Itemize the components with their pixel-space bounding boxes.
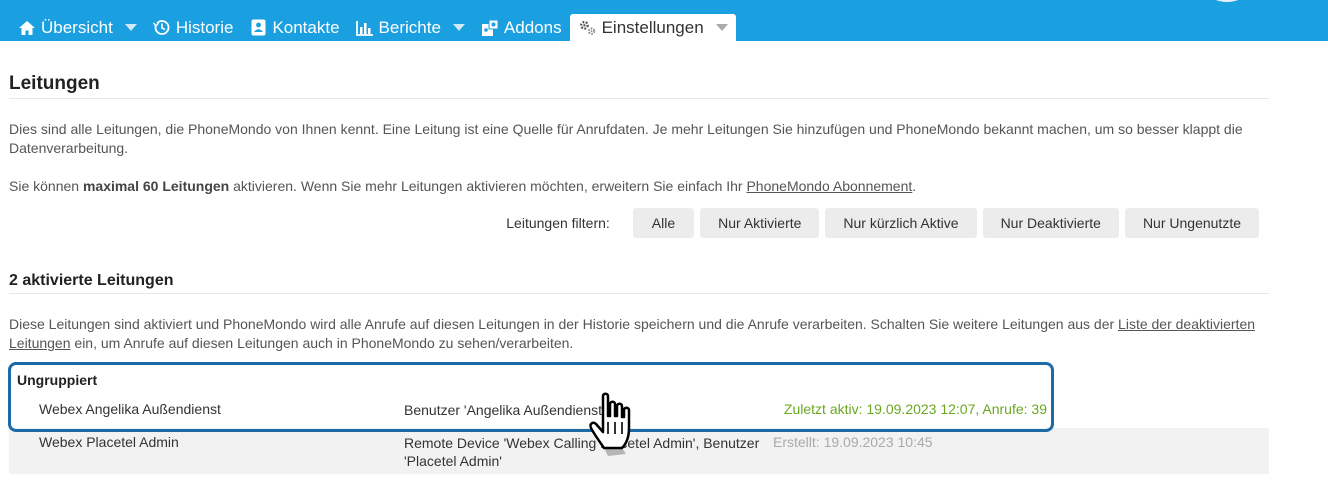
tab-addons[interactable]: Addons xyxy=(473,14,570,41)
home-icon xyxy=(18,19,36,37)
tab-label: Addons xyxy=(503,17,562,37)
tab-label: Historie xyxy=(175,17,234,37)
tab-berichte[interactable]: Berichte xyxy=(348,14,473,41)
filter-bar: Leitungen filtern: Alle Nur Aktivierte N… xyxy=(506,208,1259,238)
tab-uebersicht[interactable]: Übersicht xyxy=(10,14,145,41)
chevron-down-icon[interactable] xyxy=(124,24,137,31)
intro-text: Dies sind alle Leitungen, die PhoneMondo… xyxy=(9,121,1243,156)
filter-deactivated-button[interactable]: Nur Deaktivierte xyxy=(982,208,1119,238)
tab-label: Berichte xyxy=(378,17,441,37)
section-desc-suffix: ein, um Anrufe auf diesen Leitungen auch… xyxy=(70,335,574,351)
gears-icon xyxy=(579,19,597,37)
chevron-down-icon[interactable] xyxy=(715,24,728,31)
tab-einstellungen[interactable]: Einstellungen xyxy=(569,14,736,41)
main-nav: Übersicht Historie Kontakte Berichte Add… xyxy=(10,14,736,41)
hand-cursor-icon xyxy=(589,392,631,456)
tab-historie[interactable]: Historie xyxy=(145,14,242,41)
limit-middle: aktivieren. Wenn Sie mehr Leitungen akti… xyxy=(229,178,747,194)
tab-label: Übersicht xyxy=(41,17,113,37)
filter-all-button[interactable]: Alle xyxy=(632,208,695,238)
chevron-down-icon[interactable] xyxy=(452,24,465,31)
limit-prefix: Sie können xyxy=(9,178,83,194)
filter-label: Leitungen filtern: xyxy=(506,215,610,231)
tab-label: Einstellungen xyxy=(601,17,704,37)
avatar[interactable] xyxy=(1195,0,1259,2)
section-title: 2 aktivierte Leitungen xyxy=(9,272,174,289)
line-name[interactable]: Webex Placetel Admin xyxy=(39,434,179,450)
filter-recently-active-button[interactable]: Nur kürzlich Aktive xyxy=(825,208,977,238)
divider xyxy=(9,293,1269,294)
contacts-icon xyxy=(249,19,267,37)
top-navigation-bar: Übersicht Historie Kontakte Berichte Add… xyxy=(0,0,1328,41)
limit-text: Sie können maximal 60 Leitungen aktivier… xyxy=(9,177,1259,196)
puzzle-icon xyxy=(481,19,499,37)
bar-chart-icon xyxy=(355,19,374,37)
limit-bold: maximal 60 Leitungen xyxy=(82,178,230,194)
limit-suffix: . xyxy=(912,178,917,194)
tab-label: Kontakte xyxy=(272,17,340,37)
filter-activated-button[interactable]: Nur Aktivierte xyxy=(700,208,820,238)
section-desc-prefix: Diese Leitungen sind aktiviert und Phone… xyxy=(9,316,1119,332)
history-icon xyxy=(153,19,171,37)
highlight-box xyxy=(8,362,1054,432)
line-status: Erstellt: 19.09.2023 10:45 xyxy=(773,434,933,450)
subscription-link[interactable]: PhoneMondo Abonnement xyxy=(746,178,912,194)
divider xyxy=(9,98,1269,99)
tab-kontakte[interactable]: Kontakte xyxy=(241,14,347,41)
page-title: Leitungen xyxy=(9,73,100,94)
filter-unused-button[interactable]: Nur Ungenutzte xyxy=(1124,208,1259,238)
section-description: Diese Leitungen sind aktiviert und Phone… xyxy=(9,315,1259,353)
